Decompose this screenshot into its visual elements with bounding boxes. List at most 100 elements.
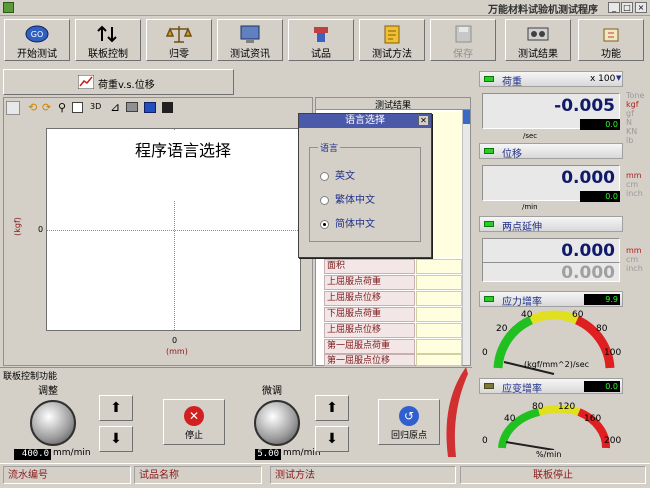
result-row-label: 第一屈服点荷重	[324, 339, 415, 354]
main-toolbar: GO 开始测试 联板控制 归零 测试资讯 试品 测试方法 保存 测试结果 功能	[0, 17, 650, 65]
disk-icon[interactable]	[162, 102, 173, 113]
elongation-units: mm cm inch	[626, 246, 643, 273]
dialog-title: 语言选择	[345, 115, 385, 126]
scale-select[interactable]: x 100	[590, 74, 615, 84]
updown-arrows-icon	[76, 23, 140, 45]
led-indicator	[484, 221, 494, 227]
position-peak-display: 0.0	[580, 191, 620, 202]
chevron-down-icon[interactable]: ▼	[616, 74, 621, 82]
adjust-unit: mm/min	[53, 448, 91, 458]
result-row-value	[416, 291, 462, 306]
specimen-button[interactable]: 试品	[288, 19, 354, 61]
result-row-label: 上屈服点位移	[324, 323, 415, 338]
svg-text:GO: GO	[31, 30, 44, 39]
results-scrollbar[interactable]	[462, 110, 470, 365]
return-home-button[interactable]: ↺ 回归原点	[378, 399, 440, 445]
result-row-value	[416, 259, 462, 274]
axis-icon[interactable]: ⊿	[110, 100, 120, 114]
readout-panel: 荷重 x 100 ▼ -0.005 /sec 0.0 Tone kgf gf N…	[474, 66, 650, 462]
graph-mode-button[interactable]: 荷重v.s.位移	[3, 69, 234, 95]
adjust-label: 调整	[38, 386, 58, 397]
function-button[interactable]: 功能	[578, 19, 644, 61]
result-row-value	[416, 307, 462, 322]
maximize-button[interactable]: □	[621, 2, 633, 13]
load-header: 荷重 x 100 ▼	[479, 71, 623, 88]
adjust-down-button[interactable]: ⬇	[99, 426, 133, 452]
radio-simplified-chinese[interactable]: 简体中文	[320, 215, 375, 230]
fine-down-button[interactable]: ⬇	[315, 426, 349, 452]
test-method-button[interactable]: 测试方法	[359, 19, 425, 61]
save-button[interactable]: 保存	[430, 19, 496, 61]
led-indicator-off	[484, 383, 494, 389]
result-row-label: 面积	[324, 259, 415, 274]
specimen-icon	[289, 23, 353, 45]
refresh-icon[interactable]: ⟲	[28, 101, 37, 114]
result-row-label: 下屈服点荷重	[324, 307, 415, 322]
stress-rate-header: 应力增率 9.9	[479, 291, 623, 308]
control-panel-title: 联板控制功能	[3, 372, 58, 382]
fine-knob[interactable]	[254, 400, 300, 446]
panel-control-button[interactable]: 联板控制	[75, 19, 141, 61]
radio-english[interactable]: 英文	[320, 167, 355, 182]
balance-icon	[147, 23, 211, 45]
position-header: 位移	[479, 143, 623, 160]
reset-icon[interactable]: ⟳	[42, 101, 51, 114]
method-icon	[360, 23, 424, 45]
stress-rate-display: 9.9	[584, 294, 620, 305]
language-group-label: 语言	[318, 141, 341, 154]
result-row-value	[416, 275, 462, 290]
stop-icon: ✕	[184, 406, 204, 426]
elongation-sub-readout: 0.000	[482, 262, 620, 283]
image-icon[interactable]	[144, 102, 156, 113]
zoom-icon[interactable]: ⚲	[58, 101, 66, 114]
strain-rate-gauge	[484, 400, 624, 451]
fine-label: 微调	[262, 386, 282, 397]
y-zero-label: 0	[38, 225, 44, 234]
test-info-button[interactable]: 测试资讯	[217, 19, 283, 61]
test-results-button[interactable]: 测试结果	[505, 19, 571, 61]
y-axis-label: (kgf)	[12, 217, 22, 236]
fine-up-button[interactable]: ⬆	[315, 395, 349, 421]
app-icon	[3, 2, 14, 13]
language-group: 语言 英文 繁体中文 简体中文	[309, 141, 421, 242]
chart-toolbar: ⟲ ⟳ ⚲ 3D ⊿	[6, 100, 206, 117]
fine-speed-display: 5.00	[255, 449, 281, 460]
line-chart-icon	[77, 74, 95, 92]
print-icon[interactable]	[126, 102, 138, 112]
minimize-button[interactable]: _	[608, 2, 620, 13]
x-axis-label: (mm)	[166, 347, 188, 356]
dialog-close-icon[interactable]: ✕	[418, 115, 429, 126]
go-icon: GO	[5, 23, 69, 45]
monitor-icon	[218, 23, 282, 45]
window-title: 万能材料试验机测试程序	[488, 5, 598, 16]
zoom-box-icon[interactable]	[72, 102, 83, 113]
status-state: 联板停止	[460, 466, 646, 484]
plot-area: 程序语言选择	[46, 128, 301, 331]
radio-traditional-chinese[interactable]: 繁体中文	[320, 191, 375, 206]
adjust-knob[interactable]	[30, 400, 76, 446]
result-row-value	[416, 339, 462, 354]
select-icon[interactable]	[6, 101, 20, 115]
elongation-header: 两点延伸	[479, 216, 623, 233]
result-row-value	[416, 323, 462, 338]
result-row-label: 第一屈服点位移	[324, 354, 415, 366]
zero-button[interactable]: 归零	[146, 19, 212, 61]
load-units: Tone kgf gf N KN lb	[626, 91, 645, 145]
results-header: 测试结果	[316, 98, 470, 111]
status-specimen: 试品名称	[134, 466, 262, 484]
load-peak-display: 0.0	[580, 119, 620, 130]
title-bar: 万能材料试验机测试程序 _ □ ×	[0, 0, 650, 16]
result-row-label: 上屈服点荷重	[324, 275, 415, 290]
3d-button[interactable]: 3D	[90, 102, 101, 111]
x-zero-label: 0	[172, 336, 178, 345]
close-button[interactable]: ×	[635, 2, 647, 13]
led-indicator	[484, 296, 494, 302]
status-serial: 流水编号	[3, 466, 131, 484]
stop-button[interactable]: ✕ 停止	[163, 399, 225, 445]
brand-logo	[436, 362, 470, 460]
led-indicator	[484, 148, 494, 154]
strain-rate-header: 应变增率 0.0	[479, 378, 623, 395]
adjust-speed-display: 400.0	[14, 449, 51, 460]
start-test-button[interactable]: GO 开始测试	[4, 19, 70, 61]
adjust-up-button[interactable]: ⬆	[99, 395, 133, 421]
